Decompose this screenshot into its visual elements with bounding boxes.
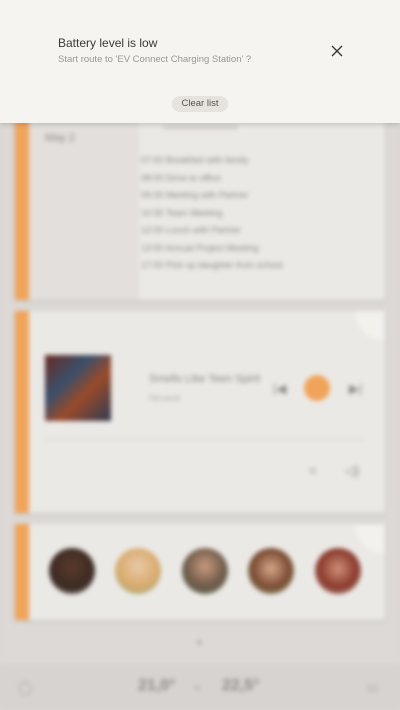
avatar[interactable]	[115, 548, 161, 594]
agenda-item: 08:00 Drive to office	[141, 172, 221, 183]
agenda-date-panel	[29, 100, 139, 300]
agenda-item: 13:00 Annual Project Meeting	[141, 242, 259, 253]
agenda-card[interactable]: May 2 07:00 Breakfast with family 08:00 …	[15, 100, 385, 300]
menu-icon[interactable]: ▭	[366, 680, 378, 696]
music-corner-fold[interactable]	[355, 311, 385, 341]
agenda-item: 17:00 Pick up daughter from school	[141, 260, 283, 270]
left-temperature[interactable]: 21,0°	[138, 677, 176, 695]
agenda-date: May 2	[45, 132, 75, 144]
page-indicator	[197, 640, 202, 645]
avatar[interactable]	[248, 548, 294, 594]
agenda-item: 12:00 Lunch with Partner	[141, 225, 242, 235]
avatar[interactable]	[182, 548, 228, 594]
climate-bar: ◯ 21,0° ≈ 22,5° ▭	[0, 665, 400, 710]
agenda-list: 07:00 Breakfast with family 08:00 Drive …	[141, 152, 283, 275]
notification-title: Battery level is low	[58, 36, 158, 50]
play-button[interactable]	[304, 375, 330, 401]
agenda-item: 07:00 Breakfast with family	[141, 155, 249, 165]
contacts-corner-fold[interactable]	[355, 524, 385, 554]
song-artist: Nirvana	[149, 393, 181, 403]
skip-next-icon[interactable]: ▶|	[349, 381, 362, 397]
song-title: Smells Like Teen Spirit	[149, 373, 261, 385]
notification-subtitle[interactable]: Start route to 'EV Connect Charging Stat…	[58, 54, 251, 65]
music-player-card[interactable]: Smells Like Teen Spirit Nirvana |◀ ▶| < …	[15, 311, 385, 513]
music-separator	[45, 439, 367, 440]
avatar[interactable]	[49, 548, 95, 594]
share-icon[interactable]: <	[309, 463, 317, 478]
album-art	[45, 355, 111, 421]
agenda-accent-strip	[15, 100, 29, 300]
right-temperature[interactable]: 22,5°	[222, 677, 260, 695]
home-icon[interactable]: ◯	[18, 680, 33, 696]
skip-previous-icon[interactable]: |◀	[273, 381, 286, 397]
music-accent-strip	[15, 311, 29, 513]
notification-panel: Battery level is low Start route to 'EV …	[0, 0, 400, 123]
agenda-divider	[163, 127, 238, 128]
clear-list-button[interactable]: Clear list	[172, 96, 228, 112]
volume-icon[interactable]: ◁)	[345, 463, 359, 479]
fan-icon[interactable]: ≈	[194, 680, 201, 695]
contacts-accent-strip	[15, 524, 29, 620]
contacts-card[interactable]	[15, 524, 385, 620]
close-button[interactable]	[326, 40, 348, 62]
agenda-item: 10:30 Team Meeting	[141, 207, 223, 218]
close-icon	[331, 45, 343, 57]
avatar[interactable]	[315, 548, 361, 594]
agenda-item: 09:30 Meeting with Partner	[141, 190, 249, 200]
